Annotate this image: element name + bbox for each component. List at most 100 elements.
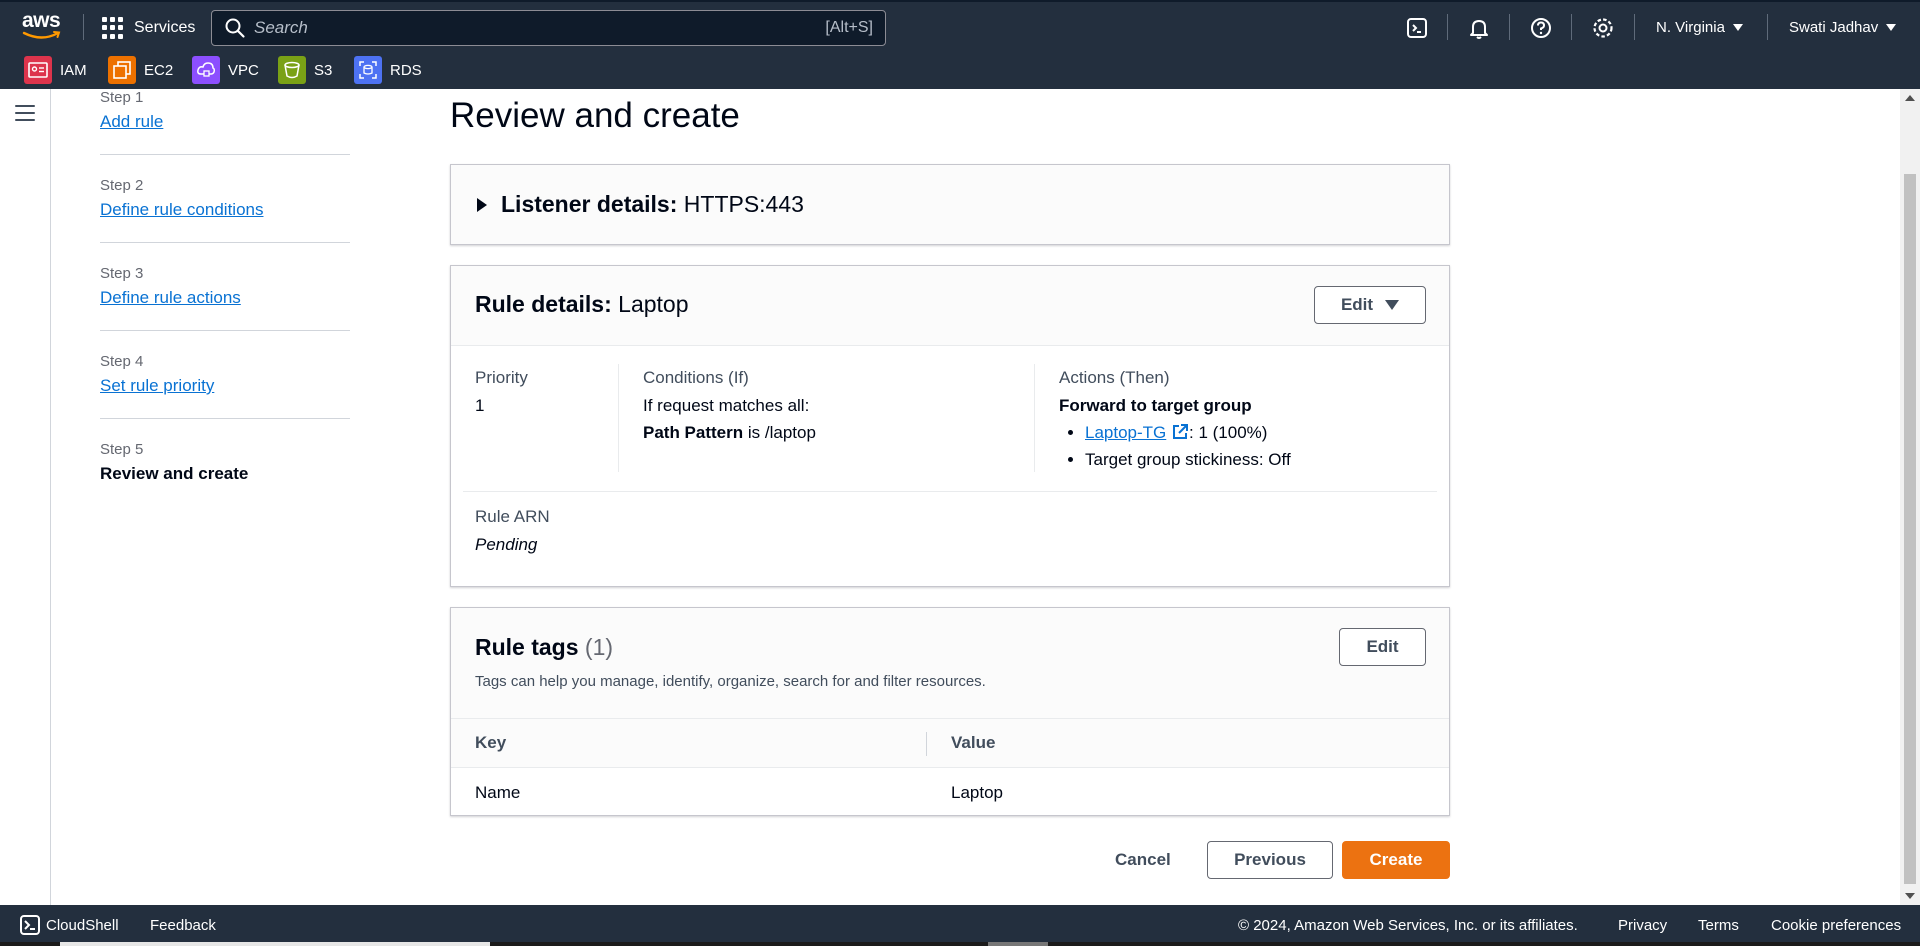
favorite-vpc[interactable]: VPC bbox=[192, 56, 259, 84]
step-link-add-rule[interactable]: Add rule bbox=[100, 112, 163, 131]
iam-service-icon bbox=[24, 56, 52, 84]
console-footer: CloudShell Feedback © 2024, Amazon Web S… bbox=[0, 905, 1920, 946]
scroll-down-arrow-icon[interactable] bbox=[1905, 893, 1915, 899]
step-5: Step 5 Review and create bbox=[100, 441, 350, 506]
favorite-label: IAM bbox=[60, 61, 87, 79]
user-name: Swati Jadhav bbox=[1789, 19, 1879, 36]
copyright-text: © 2024, Amazon Web Services, Inc. or its… bbox=[1238, 917, 1578, 934]
services-menu-button[interactable]: Services bbox=[102, 14, 195, 42]
step-1: Step 1 Add rule bbox=[100, 89, 350, 155]
step-link-define-rule-conditions[interactable]: Define rule conditions bbox=[100, 200, 263, 219]
favorites-bar: IAM EC2 VPC S3 RDS bbox=[0, 52, 1920, 89]
taskbar-segment bbox=[60, 942, 490, 946]
edit-label: Edit bbox=[1340, 295, 1374, 314]
rule-details-body: Priority 1 Conditions (If) If request ma… bbox=[451, 346, 1449, 586]
top-navigation: aws Services [Alt+S] bbox=[0, 0, 1920, 52]
divider bbox=[1634, 14, 1635, 40]
privacy-link[interactable]: Privacy bbox=[1618, 917, 1667, 934]
ec2-service-icon bbox=[108, 56, 136, 84]
actions-list: Laptop-TG : 1 (100%) Target group sticki… bbox=[1085, 419, 1291, 473]
cloudshell-icon[interactable] bbox=[1404, 15, 1430, 41]
create-button[interactable]: Create bbox=[1342, 841, 1450, 879]
rule-tags-header: Rule tags (1) Tags can help you manage, … bbox=[451, 608, 1449, 718]
rule-details-header: Rule details: Laptop Edit bbox=[451, 266, 1449, 346]
tags-edit-button[interactable]: Edit bbox=[1339, 628, 1426, 666]
favorite-s3[interactable]: S3 bbox=[278, 56, 332, 84]
target-group-link[interactable]: Laptop-TG bbox=[1085, 423, 1166, 442]
divider bbox=[1447, 14, 1448, 40]
s3-service-icon bbox=[278, 56, 306, 84]
list-item: Target group stickiness: Off bbox=[1085, 446, 1291, 473]
region-selector[interactable]: N. Virginia bbox=[1656, 19, 1743, 36]
rule-details-panel: Rule details: Laptop Edit Priority 1 Con… bbox=[450, 265, 1450, 587]
grid-icon bbox=[102, 17, 124, 39]
caret-down-icon bbox=[1732, 24, 1743, 31]
listener-heading: Listener details: bbox=[501, 191, 678, 217]
conditions-column: Conditions (If) If request matches all: … bbox=[643, 368, 816, 446]
bell-icon[interactable] bbox=[1466, 15, 1492, 41]
rds-service-icon bbox=[354, 56, 382, 84]
previous-button[interactable]: Previous bbox=[1207, 841, 1333, 879]
step-3: Step 3 Define rule actions bbox=[100, 265, 350, 331]
step-number: Step 3 bbox=[100, 265, 144, 282]
favorite-ec2[interactable]: EC2 bbox=[108, 56, 173, 84]
conditions-label: Conditions (If) bbox=[643, 368, 749, 387]
column-header-key: Key bbox=[451, 718, 927, 768]
column-header-label: Key bbox=[475, 733, 507, 752]
cancel-button[interactable]: Cancel bbox=[1115, 850, 1171, 870]
divider bbox=[83, 14, 84, 40]
priority-label: Priority bbox=[475, 368, 528, 387]
menu-icon[interactable] bbox=[15, 105, 35, 123]
caret-down-icon bbox=[1886, 24, 1897, 31]
taskbar-segment bbox=[988, 942, 1048, 946]
table-row: Name Laptop bbox=[451, 768, 1449, 818]
priority-value: 1 bbox=[475, 396, 485, 415]
rule-arn-section: Rule ARN Pending bbox=[475, 507, 550, 558]
cloudshell-link[interactable]: CloudShell bbox=[46, 917, 119, 934]
cookie-preferences-link[interactable]: Cookie preferences bbox=[1771, 917, 1901, 934]
favorite-rds[interactable]: RDS bbox=[354, 56, 422, 84]
tags-table: Key Value Name Laptop bbox=[451, 718, 1449, 818]
search-input[interactable] bbox=[254, 18, 826, 38]
settings-icon[interactable] bbox=[1590, 15, 1616, 41]
scroll-up-arrow-icon[interactable] bbox=[1905, 95, 1915, 101]
aws-logo[interactable]: aws bbox=[22, 10, 66, 44]
step-link-define-rule-actions[interactable]: Define rule actions bbox=[100, 288, 241, 307]
external-link-icon[interactable] bbox=[1171, 423, 1189, 441]
step-2: Step 2 Define rule conditions bbox=[100, 177, 350, 243]
favorite-iam[interactable]: IAM bbox=[24, 56, 87, 84]
actions-title: Forward to target group bbox=[1059, 396, 1252, 415]
divider bbox=[1767, 14, 1768, 40]
listener-details-panel: Listener details: HTTPS:443 bbox=[450, 164, 1450, 245]
services-label: Services bbox=[134, 19, 196, 36]
tags-heading: Rule tags bbox=[475, 634, 579, 660]
account-menu[interactable]: Swati Jadhav bbox=[1789, 19, 1897, 36]
step-link-set-rule-priority[interactable]: Set rule priority bbox=[100, 376, 214, 395]
conditions-line: If request matches all: bbox=[643, 396, 810, 415]
arn-label: Rule ARN bbox=[475, 507, 550, 526]
tag-value-cell: Laptop bbox=[951, 782, 1003, 802]
cloudshell-icon[interactable] bbox=[20, 915, 40, 935]
column-divider bbox=[618, 364, 619, 472]
rule-edit-dropdown-button[interactable]: Edit bbox=[1314, 286, 1426, 324]
favorite-label: RDS bbox=[390, 61, 422, 79]
terms-link[interactable]: Terms bbox=[1698, 917, 1739, 934]
step-number: Step 1 bbox=[100, 89, 144, 106]
page-scrollbar[interactable] bbox=[1900, 89, 1920, 905]
page-title: Review and create bbox=[450, 96, 740, 135]
scrollbar-thumb[interactable] bbox=[1904, 174, 1916, 884]
favorite-label: EC2 bbox=[144, 61, 174, 79]
search-bar[interactable]: [Alt+S] bbox=[211, 10, 886, 46]
caret-down-icon bbox=[1385, 300, 1400, 310]
tags-count: (1) bbox=[584, 634, 614, 660]
step-4: Step 4 Set rule priority bbox=[100, 353, 350, 419]
help-icon[interactable] bbox=[1528, 15, 1554, 41]
divider bbox=[1509, 14, 1510, 40]
condition-type: Path Pattern bbox=[643, 423, 744, 442]
feedback-link[interactable]: Feedback bbox=[150, 917, 216, 934]
listener-details-expander[interactable]: Listener details: HTTPS:443 bbox=[451, 165, 1449, 244]
taskbar-strip bbox=[0, 942, 1920, 946]
step-number: Step 4 bbox=[100, 353, 144, 370]
actions-label: Actions (Then) bbox=[1059, 368, 1170, 387]
rule-heading: Rule details: bbox=[475, 291, 612, 317]
